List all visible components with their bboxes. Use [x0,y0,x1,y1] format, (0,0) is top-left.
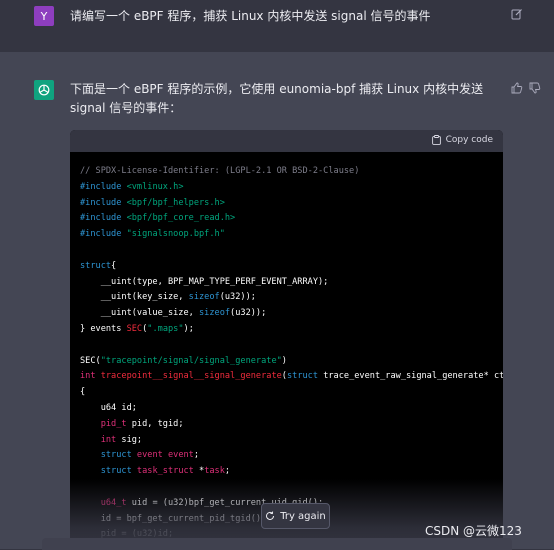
code-token: #include [80,229,127,240]
code-token: "tracepoint/signal/signal_generate" [100,355,282,366]
code-line: #include <bpf/bpf_helpers.h> [80,196,503,212]
code-line: struct event event; [80,448,503,464]
code-token: __uint(key_size, [80,292,189,303]
assistant-message-row: 下面是一个 eBPF 程序的示例，它使用 eunomia-bpf 捕获 Linu… [0,52,554,549]
code-token: #include [80,213,127,224]
watermark-text: CSDN @云微123 [425,524,522,538]
code-token: __uint(value_size, [80,308,199,319]
code-line: { [80,385,503,401]
code-token: <vmlinux.h> [126,181,184,192]
code-token: <bpf/bpf_core_read.h> [126,213,236,224]
thumbs-down-icon[interactable] [529,82,541,94]
code-token: { [80,387,86,398]
code-token: tracepoint__signal__signal_generate [100,371,282,382]
user-message-row: Y 请编写一个 eBPF 程序，捕获 Linux 内核中发送 signal 信号… [0,0,554,52]
thumbs-up-icon[interactable] [511,82,523,94]
code-token: event event [131,450,194,461]
code-token: ".maps" [147,323,184,334]
code-line: int sig; [80,433,503,449]
code-line: #include <bpf/bpf_core_read.h> [80,211,503,227]
code-token: { [111,260,117,271]
code-token: int [80,371,101,382]
code-token: sig; [116,434,143,445]
code-token: ); [183,323,194,334]
code-token: task [204,466,225,477]
code-token: #include [80,181,127,192]
code-token: sizeof [188,292,220,303]
copy-code-button[interactable]: Copy code [431,135,493,145]
code-token: ) [281,355,287,366]
code-line: #include "signalsnoop.bpf.h" [80,227,503,243]
code-token: SEC [126,323,143,334]
code-token: int [80,434,117,445]
edit-icon[interactable] [511,8,523,20]
message-input-edge[interactable] [42,538,512,550]
user-message-text: 请编写一个 eBPF 程序，捕获 Linux 内核中发送 signal 信号的事… [70,9,431,23]
code-line: pid_t pid, tgid; [80,417,503,433]
code-line: // SPDX-License-Identifier: (LGPL-2.1 OR… [80,164,503,180]
code-line: struct{ [80,259,503,275]
code-token: (u32)); [219,292,256,303]
code-token: pid_t [80,418,127,429]
code-token: SEC( [80,355,101,366]
refresh-icon [266,511,275,520]
try-again-button[interactable]: Try again [261,503,330,529]
code-token: #include [80,197,127,208]
code-line: int tracepoint__signal__signal_generate(… [80,369,503,385]
try-again-label: Try again [280,510,326,522]
code-line: #include <vmlinux.h> [80,180,503,196]
copy-code-label: Copy code [445,135,493,145]
code-token: struct [286,371,319,382]
code-token: <bpf/bpf_helpers.h> [126,197,225,208]
code-line: __uint(key_size, sizeof(u32)); [80,290,503,306]
code-token: struct [80,450,132,461]
code-line: struct task_struct *task; [80,464,503,480]
code-token: pid, tgid; [126,418,184,429]
code-token: ; [193,450,200,461]
code-line: u64 id; [80,401,503,417]
code-token: struct [80,466,132,477]
code-token: u64 id; [80,402,137,413]
code-token: (u32)); [230,308,267,319]
chatgpt-logo-icon [34,80,54,100]
assistant-intro-text: 下面是一个 eBPF 程序的示例，它使用 eunomia-bpf 捕获 Linu… [70,82,484,115]
code-token: trace_event_raw_signal_generate* ctx) [318,371,503,382]
code-line: __uint(type, BPF_MAP_TYPE_PERF_EVENT_ARR… [80,275,503,291]
code-token: task_struct [131,466,200,477]
code-block-header: Copy code [70,130,503,152]
code-token: // SPDX-License-Identifier: (LGPL-2.1 OR… [80,166,360,176]
code-block: Copy code // SPDX-License-Identifier: (L… [70,130,503,549]
clipboard-icon [431,135,441,145]
code-token: sizeof [199,308,231,319]
code-token: ; [224,466,231,477]
code-line: } events SEC(".maps"); [80,322,503,338]
code-line: SEC("tracepoint/signal/signal_generate") [80,354,503,370]
code-token: } events [80,323,127,334]
code-line: __uint(value_size, sizeof(u32)); [80,306,503,322]
code-token: __uint(type, BPF_MAP_TYPE_PERF_EVENT_ARR… [80,276,329,287]
user-avatar: Y [34,6,54,26]
code-token: struct [80,260,112,271]
code-token: "signalsnoop.bpf.h" [126,229,225,240]
